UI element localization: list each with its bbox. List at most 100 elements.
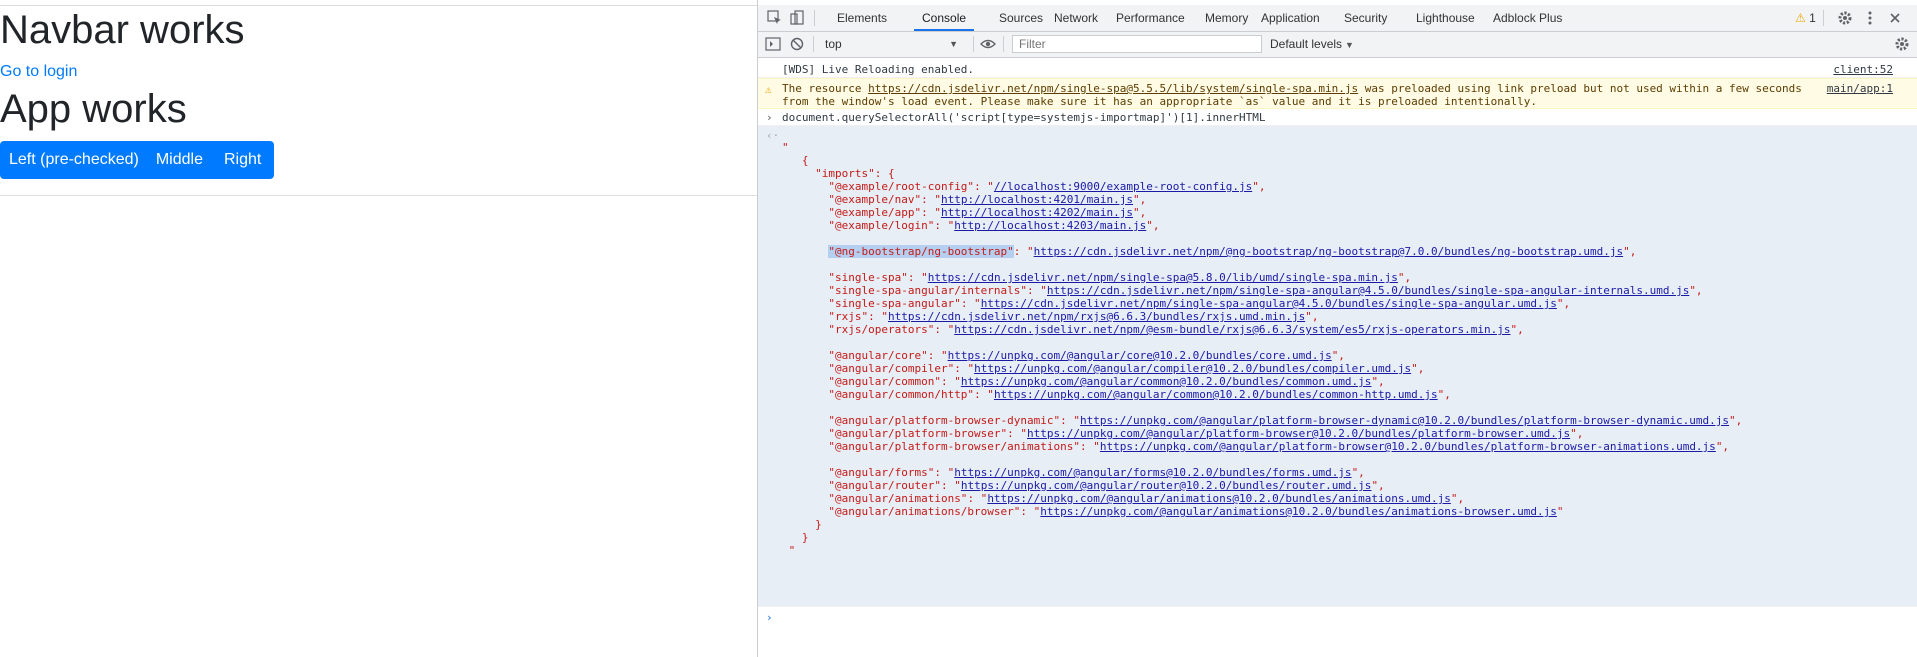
warning-count-badge[interactable]: ⚠ 1 <box>1795 5 1816 31</box>
import-entry: "@angular/common": "https://unpkg.com/@a… <box>782 375 1742 388</box>
code-token: ", <box>1371 375 1385 388</box>
import-entry: "single-spa-angular/internals": "https:/… <box>782 284 1742 297</box>
import-url-link[interactable]: http://localhost:4202/main.js <box>941 206 1133 219</box>
devtools-panel: Elements Console Sources Network Perform… <box>757 0 1917 657</box>
code-token: ", <box>1252 180 1266 193</box>
warning-icon: ⚠ <box>1795 11 1806 25</box>
tab-security[interactable]: Security <box>1336 5 1395 31</box>
context-select[interactable]: top ▼ <box>825 36 960 52</box>
console-input-prompt-icon[interactable]: › <box>766 611 773 624</box>
import-url-link[interactable]: https://unpkg.com/@angular/common@10.2.0… <box>961 375 1372 388</box>
code-line: "imports": { <box>782 167 1742 180</box>
import-url-link[interactable]: https://cdn.jsdelivr.net/npm/single-spa-… <box>1047 284 1689 297</box>
tab-lighthouse[interactable]: Lighthouse <box>1408 5 1483 31</box>
code-token: : " <box>921 206 941 219</box>
import-url-link[interactable]: https://unpkg.com/@angular/compiler@10.2… <box>974 362 1411 375</box>
code-token: : " <box>940 375 961 388</box>
code-token: ", <box>1371 479 1385 492</box>
close-icon[interactable] <box>1886 9 1904 27</box>
import-url-link[interactable]: https://unpkg.com/@angular/common@10.2.0… <box>994 388 1438 401</box>
import-url-link[interactable]: https://cdn.jsdelivr.net/npm/single-spa@… <box>928 271 1398 284</box>
import-entry: "@example/root-config": "//localhost:900… <box>782 180 1742 193</box>
import-key: "@example/login" <box>828 219 935 232</box>
right-button[interactable]: Right <box>224 141 274 179</box>
tab-performance[interactable]: Performance <box>1108 5 1193 31</box>
separator <box>1003 36 1004 52</box>
import-entry: "single-spa": "https://cdn.jsdelivr.net/… <box>782 271 1742 284</box>
code-token: : " <box>927 349 948 362</box>
more-options-icon[interactable] <box>1861 9 1879 27</box>
code-token: ", <box>1623 245 1637 258</box>
import-entry: "@angular/platform-browser": "https://un… <box>782 427 1742 440</box>
result-value[interactable]: " { "imports": { "@example/root-config":… <box>782 141 1742 557</box>
import-url-link[interactable]: https://unpkg.com/@angular/platform-brow… <box>1027 427 1570 440</box>
settings-gear-icon[interactable] <box>1836 9 1854 27</box>
tab-adblock-plus[interactable]: Adblock Plus <box>1485 5 1570 31</box>
go-to-login-link[interactable]: Go to login <box>0 61 77 83</box>
import-key: "rxjs" <box>828 310 869 323</box>
import-url-link[interactable]: //localhost:9000/example-root-config.js <box>994 180 1252 193</box>
import-url-link[interactable]: https://cdn.jsdelivr.net/npm/single-spa-… <box>981 297 1557 310</box>
tab-network[interactable]: Network <box>1046 5 1106 31</box>
show-sidebar-icon[interactable] <box>764 35 782 53</box>
code-token: ", <box>1570 427 1584 440</box>
import-entry: "@ng-bootstrap/ng-bootstrap": "https://c… <box>782 245 1742 258</box>
imports-key: "imports": { <box>815 167 895 180</box>
code-token: ", <box>1411 362 1425 375</box>
middle-button[interactable]: Middle <box>156 141 224 179</box>
import-url-link[interactable]: http://localhost:4201/main.js <box>941 193 1133 206</box>
import-url-link[interactable]: https://cdn.jsdelivr.net/npm/@esm-bundle… <box>954 323 1510 336</box>
tab-memory[interactable]: Memory <box>1197 5 1256 31</box>
code-token: : " <box>934 219 955 232</box>
left-button[interactable]: Left (pre-checked) <box>0 141 156 179</box>
console-filter-input[interactable] <box>1012 35 1262 53</box>
code-token: : " <box>934 466 955 479</box>
import-url-link[interactable]: http://localhost:4203/main.js <box>954 219 1146 232</box>
import-url-link[interactable]: https://unpkg.com/@angular/animations@10… <box>987 492 1451 505</box>
tab-sources[interactable]: Sources <box>991 5 1051 31</box>
inspect-element-icon[interactable] <box>766 9 784 27</box>
tab-elements[interactable]: Elements <box>829 5 895 31</box>
console-settings-gear-icon[interactable] <box>1893 35 1911 53</box>
import-url-link[interactable]: https://unpkg.com/@angular/platform-brow… <box>1100 440 1716 453</box>
eye-icon[interactable] <box>979 35 997 53</box>
message-source-link[interactable]: main/app:1 <box>1827 82 1893 95</box>
separator <box>813 36 814 52</box>
import-entry: "single-spa-angular": "https://cdn.jsdel… <box>782 297 1742 310</box>
import-url-link[interactable]: https://unpkg.com/@angular/router@10.2.0… <box>961 479 1372 492</box>
code-token: : " <box>1007 427 1028 440</box>
import-url-link[interactable]: https://unpkg.com/@angular/animations@10… <box>1040 505 1557 518</box>
separator <box>1823 10 1824 26</box>
code-line: " <box>782 544 1742 557</box>
devtools-tabbar: Elements Console Sources Network Perform… <box>758 5 1917 32</box>
import-url-link[interactable]: https://cdn.jsdelivr.net/npm/@ng-bootstr… <box>1034 245 1623 258</box>
import-url-link[interactable]: https://unpkg.com/@angular/platform-brow… <box>1080 414 1729 427</box>
levels-label: Default levels <box>1270 37 1343 51</box>
message-source-link[interactable]: client:52 <box>1833 63 1893 76</box>
import-url-link[interactable]: https://cdn.jsdelivr.net/npm/rxjs@6.6.3/… <box>888 310 1305 323</box>
code-line: " <box>782 141 1742 154</box>
import-entry: "@example/login": "http://localhost:4203… <box>782 219 1742 232</box>
code-brace: } <box>815 518 822 531</box>
import-url-link[interactable]: https://unpkg.com/@angular/core@10.2.0/b… <box>948 349 1332 362</box>
import-entry: "@angular/forms": "https://unpkg.com/@an… <box>782 466 1742 479</box>
warning-icon: ⚠ <box>765 83 772 96</box>
clear-console-icon[interactable] <box>788 35 806 53</box>
device-toolbar-icon[interactable] <box>788 9 806 27</box>
tab-application[interactable]: Application <box>1253 5 1328 31</box>
log-levels-dropdown[interactable]: Default levels ▼ <box>1270 36 1354 53</box>
caret-down-icon: ▼ <box>1345 40 1354 50</box>
radio-button-group: Left (pre-checked) Middle Right <box>0 141 275 179</box>
tab-console[interactable]: Console <box>914 5 975 31</box>
import-url-link[interactable]: https://unpkg.com/@angular/forms@10.2.0/… <box>954 466 1351 479</box>
import-entry: "@angular/compiler": "https://unpkg.com/… <box>782 362 1742 375</box>
console-toolbar: top ▼ Default levels▼ <box>758 32 1917 58</box>
warning-url-link[interactable]: https://cdn.jsdelivr.net/npm/single-spa@… <box>868 82 1358 95</box>
code-token: : " <box>960 297 981 310</box>
code-token: ", <box>1556 297 1571 310</box>
warning-text: was preloaded using link preload but not… <box>1358 82 1802 95</box>
